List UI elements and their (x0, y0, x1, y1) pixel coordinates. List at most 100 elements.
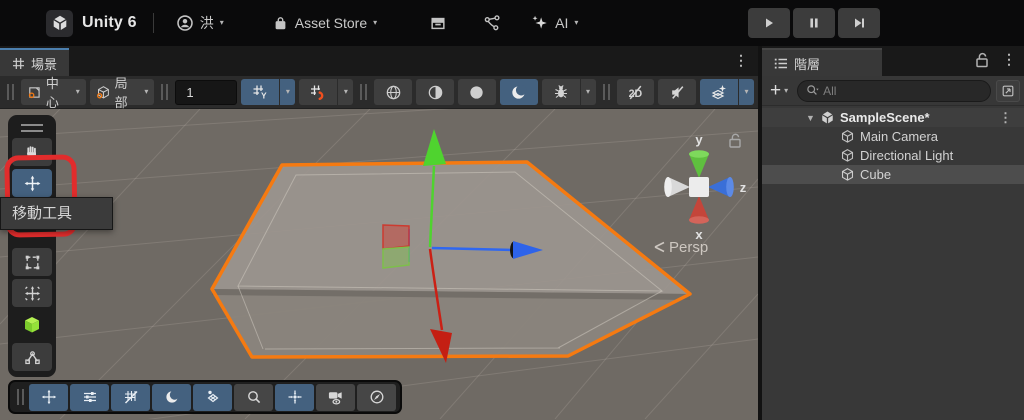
x-axis-cone[interactable] (689, 196, 709, 224)
green-cube-icon (25, 317, 39, 333)
search-input[interactable] (823, 83, 982, 98)
shading-wireframe-button[interactable] (374, 79, 413, 105)
x-plane-handle[interactable] (382, 224, 410, 250)
z-axis-cone[interactable] (708, 177, 734, 197)
overlay-camera-button[interactable] (316, 383, 355, 411)
snap-increment-dropdown[interactable]: ▾ (338, 79, 354, 105)
path-tool[interactable] (12, 343, 52, 371)
shading-shaded-wireframe-button[interactable] (416, 79, 454, 105)
create-object-button[interactable]: + ▾ (766, 81, 792, 100)
hierarchy-panel: 階層 ⋮ + ▾ All ▼ SampleScene* ⋮ Main Camer… (762, 46, 1024, 420)
projection-toggle[interactable]: Persp (654, 239, 708, 256)
shaded-circle-icon (470, 85, 484, 99)
lock-open-icon[interactable] (975, 52, 990, 68)
overlay-gizmos-button[interactable] (193, 383, 232, 411)
play-button[interactable] (748, 8, 790, 38)
grid-snap-split-button: Y ▾ (241, 79, 296, 105)
toolbar-drag-handle[interactable] (7, 84, 14, 100)
handle-space-button[interactable]: 局部 ▾ (89, 76, 155, 110)
pivot-mode-label: 中心 (45, 76, 59, 110)
toolbar-separator (360, 84, 368, 100)
tab-hierarchy[interactable]: 階層 (762, 48, 882, 76)
scene-lighting-button[interactable] (499, 79, 538, 105)
grid-snap-button[interactable]: Y (241, 79, 280, 105)
scene-tab-bar: 場景 ⋮ (0, 46, 758, 76)
custom-cube-tool[interactable] (12, 311, 52, 339)
pivot-mode-button[interactable]: 中心 ▾ (20, 76, 86, 110)
tree-row-cube[interactable]: Cube (762, 165, 1024, 184)
overlay-settings-button[interactable] (70, 383, 109, 411)
caret-down-icon: ▾ (219, 18, 224, 27)
overlay-frame-button[interactable] (275, 383, 314, 411)
transform-tool[interactable] (12, 279, 52, 307)
effects-button[interactable] (700, 79, 739, 105)
search-picker-button[interactable] (996, 79, 1020, 102)
hierarchy-search-field[interactable] (797, 79, 991, 102)
hierarchy-menu-icon[interactable]: ⋮ (1002, 51, 1016, 68)
cube-object[interactable] (210, 160, 692, 359)
caret-down-icon: ▾ (343, 87, 348, 96)
tree-row-main-camera[interactable]: Main Camera (762, 127, 1024, 146)
overlay-drag-handle[interactable] (17, 389, 24, 405)
caret-down-icon: ▾ (586, 87, 591, 96)
debug-button[interactable] (541, 79, 580, 105)
rect-tool[interactable] (12, 248, 52, 276)
2d-view-toggle[interactable]: 2D (616, 79, 655, 105)
snap-increment-split-button: ▾ (299, 79, 354, 105)
wireframe-globe-icon (386, 85, 401, 99)
scene-viewport[interactable]: y z x Persp 移動工具 (0, 109, 758, 420)
object-name-label: Cube (860, 167, 892, 182)
scene-name-label: SampleScene* (840, 110, 930, 125)
path-spline-icon (24, 350, 40, 364)
tree-row-directional-light[interactable]: Directional Light (762, 146, 1024, 165)
bug-icon (554, 85, 567, 98)
moon-icon (512, 84, 527, 99)
step-button[interactable] (838, 8, 880, 38)
expand-triangle-icon[interactable]: ▼ (806, 113, 818, 123)
scene-row-menu-icon[interactable]: ⋮ (999, 110, 1012, 126)
overlay-search-button[interactable] (234, 383, 273, 411)
z-axis-label: z (740, 180, 747, 195)
scene-tab-label: 場景 (31, 56, 58, 72)
pause-button[interactable] (793, 8, 835, 38)
package-manager-button[interactable] (429, 14, 447, 32)
effects-dropdown[interactable]: ▾ (739, 79, 755, 105)
y-axis-cone[interactable] (689, 150, 709, 178)
overlay-navigation-button[interactable] (357, 383, 396, 411)
palette-drag-handle[interactable] (21, 124, 43, 132)
asset-store-label: Asset Store (294, 15, 368, 31)
lock-open-icon[interactable] (729, 133, 741, 148)
asset-store-menu[interactable]: Asset Store ▾ (272, 15, 377, 32)
overlay-lighting-button[interactable] (152, 383, 191, 411)
rect-tool-icon (25, 255, 39, 269)
overlay-toolbar (8, 380, 402, 414)
sliders-icon (83, 392, 96, 402)
overlay-move-button[interactable] (29, 383, 68, 411)
branch-network-icon (484, 15, 500, 31)
grid-snap-dropdown[interactable]: ▾ (280, 79, 296, 105)
popout-window-icon (1002, 85, 1014, 96)
grid-size-input[interactable] (175, 79, 238, 105)
ai-menu[interactable]: AI ▾ (531, 14, 578, 32)
negative-axis-cone[interactable] (664, 177, 690, 197)
caret-down-icon: ▾ (75, 87, 80, 96)
tab-scene[interactable]: 場景 (0, 48, 70, 76)
gizmo-center-cube[interactable] (689, 177, 709, 197)
snap-increment-button[interactable] (299, 79, 338, 105)
tree-row-scene[interactable]: ▼ SampleScene* ⋮ (762, 108, 1024, 127)
scene-panel-menu-icon[interactable]: ⋮ (734, 52, 748, 69)
account-menu[interactable]: 洪 ▾ (176, 13, 224, 33)
moon-icon (165, 390, 179, 403)
caret-down-icon: ▾ (744, 87, 749, 96)
search-icon (247, 391, 260, 404)
debug-dropdown[interactable]: ▾ (580, 79, 596, 105)
overlay-grid-button[interactable] (111, 383, 150, 411)
audio-toggle[interactable] (658, 79, 697, 105)
y-plane-handle[interactable] (382, 246, 410, 269)
orientation-gizmo[interactable]: y z x Persp (645, 127, 758, 262)
plus-icon: + (770, 80, 782, 101)
move-tool-tooltip: 移動工具 (0, 197, 113, 230)
version-control-button[interactable] (483, 14, 501, 32)
topbar-separator (152, 13, 154, 33)
shading-shaded-button[interactable] (457, 79, 496, 105)
